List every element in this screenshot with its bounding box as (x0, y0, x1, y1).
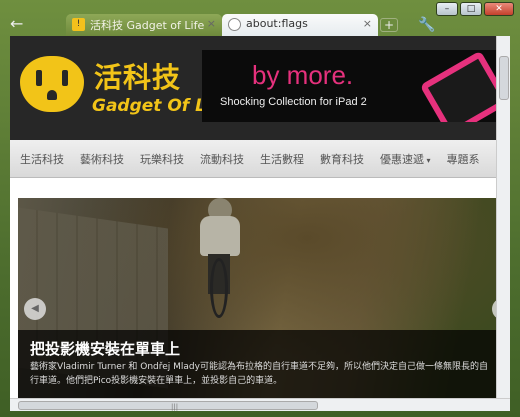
horizontal-scrollbar[interactable]: ||| (10, 398, 510, 411)
window-controls: – □ ✕ (436, 2, 514, 16)
outlet-ground (47, 90, 57, 100)
tab-gadget-of-life[interactable]: ! 活科技 Gadget of Life × (66, 14, 222, 36)
nav-item-deals[interactable]: 優惠速遞 (380, 151, 431, 167)
banner-ad[interactable]: by more. Shocking Collection for iPad 2 (202, 50, 496, 122)
nav-item-art-tech[interactable]: 藝術科技 (80, 151, 124, 167)
main-nav: 生活科技 藝術科技 玩樂科技 流動科技 生活數程 數育科技 優惠速遞 專題系 (10, 140, 496, 178)
horizontal-scroll-thumb[interactable]: ||| (18, 401, 318, 411)
tab-label: 活科技 Gadget of Life (90, 19, 205, 32)
nav-item-edu-tech[interactable]: 數育科技 (320, 151, 364, 167)
minimize-button[interactable]: – (436, 2, 458, 16)
tab-close-icon[interactable]: × (207, 17, 216, 30)
slide-caption: 把投影機安裝在單車上 藝術家Vladimir Turner 和 Ondřej M… (18, 330, 500, 398)
nav-item-features[interactable]: 專題系 (447, 151, 480, 167)
site-header: 活科技 Gadget Of Life by more. Shocking Col… (10, 36, 496, 140)
outlet-slot (62, 70, 68, 86)
tab-about-flags[interactable]: about:flags × (222, 14, 378, 36)
ipad-case-image (419, 50, 496, 122)
back-arrow-icon[interactable]: ← (10, 14, 30, 34)
outlet-logo-icon[interactable] (20, 56, 84, 112)
new-tab-button[interactable]: + (380, 18, 398, 32)
logo-title[interactable]: 活科技 (94, 56, 181, 96)
wrench-icon[interactable]: 🔧 (418, 17, 435, 33)
maximize-button[interactable]: □ (460, 2, 482, 16)
outlet-slot (36, 70, 42, 86)
nav-item-mobile-tech[interactable]: 流動科技 (200, 151, 244, 167)
nav-item-tutorials[interactable]: 生活數程 (260, 151, 304, 167)
favicon-icon: ! (72, 18, 85, 31)
vertical-scrollbar[interactable] (496, 36, 510, 398)
slide-title[interactable]: 把投影機安裝在單車上 (30, 338, 180, 359)
spacer (10, 178, 496, 198)
bicycle-wheel (210, 258, 228, 318)
tab-label: about:flags (246, 17, 308, 30)
slide-description: 藝術家Vladimir Turner 和 Ondřej Mlady可能認為布拉格… (30, 362, 488, 386)
page-viewport: 活科技 Gadget Of Life by more. Shocking Col… (10, 36, 510, 398)
featured-slider[interactable]: ◀ ▶ 把投影機安裝在單車上 藝術家Vladimir Turner 和 Ondř… (18, 198, 500, 398)
vertical-scroll-thumb[interactable] (499, 56, 509, 100)
cyclist-figure (188, 198, 248, 318)
rider-body (200, 216, 240, 256)
ad-title: by more. (252, 60, 354, 90)
scroll-grip: ||| (171, 403, 179, 411)
close-window-button[interactable]: ✕ (484, 2, 514, 16)
nav-item-life-tech[interactable]: 生活科技 (20, 151, 64, 167)
tab-close-icon[interactable]: × (363, 17, 372, 30)
browser-window: – □ ✕ ← ! 活科技 Gadget of Life × about:fla… (0, 0, 520, 417)
prev-slide-icon[interactable]: ◀ (24, 298, 46, 320)
nav-item-play-tech[interactable]: 玩樂科技 (140, 151, 184, 167)
page-icon (228, 18, 241, 31)
ad-subtitle: Shocking Collection for iPad 2 (220, 96, 367, 108)
